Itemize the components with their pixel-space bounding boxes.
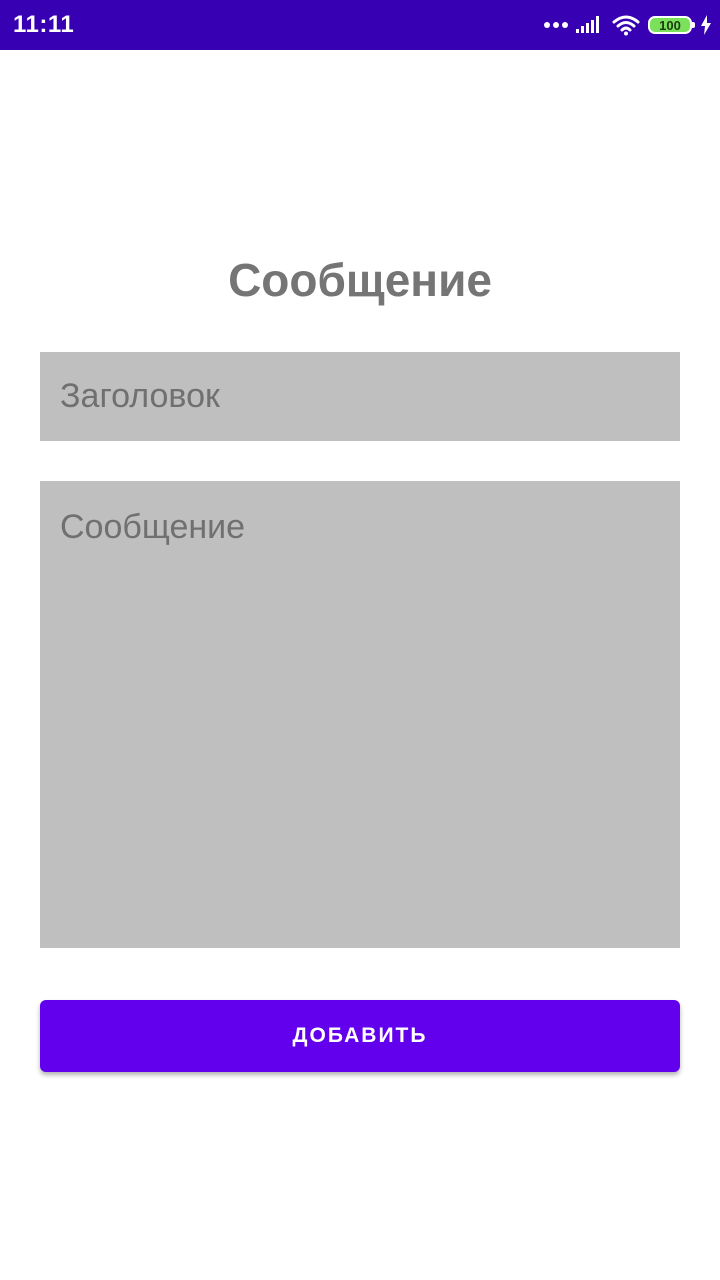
status-icons: 100 (544, 12, 712, 38)
page-title: Сообщение (228, 254, 492, 306)
add-button[interactable]: ДОБАВИТЬ (40, 1000, 680, 1072)
status-bar: 11:11 100 (0, 0, 720, 50)
battery-icon: 100 (648, 16, 695, 34)
battery-tip (692, 22, 695, 28)
charging-icon (700, 15, 712, 35)
status-time: 11:11 (13, 11, 75, 38)
screen: 11:11 100 Сообщение Заголовок Сообщение … (0, 0, 720, 1280)
signal-icon (576, 15, 604, 35)
message-input[interactable] (40, 481, 680, 948)
wifi-icon (612, 14, 640, 36)
more-dots-icon (544, 21, 568, 29)
title-input[interactable] (40, 352, 680, 441)
battery-level: 100 (659, 17, 681, 33)
